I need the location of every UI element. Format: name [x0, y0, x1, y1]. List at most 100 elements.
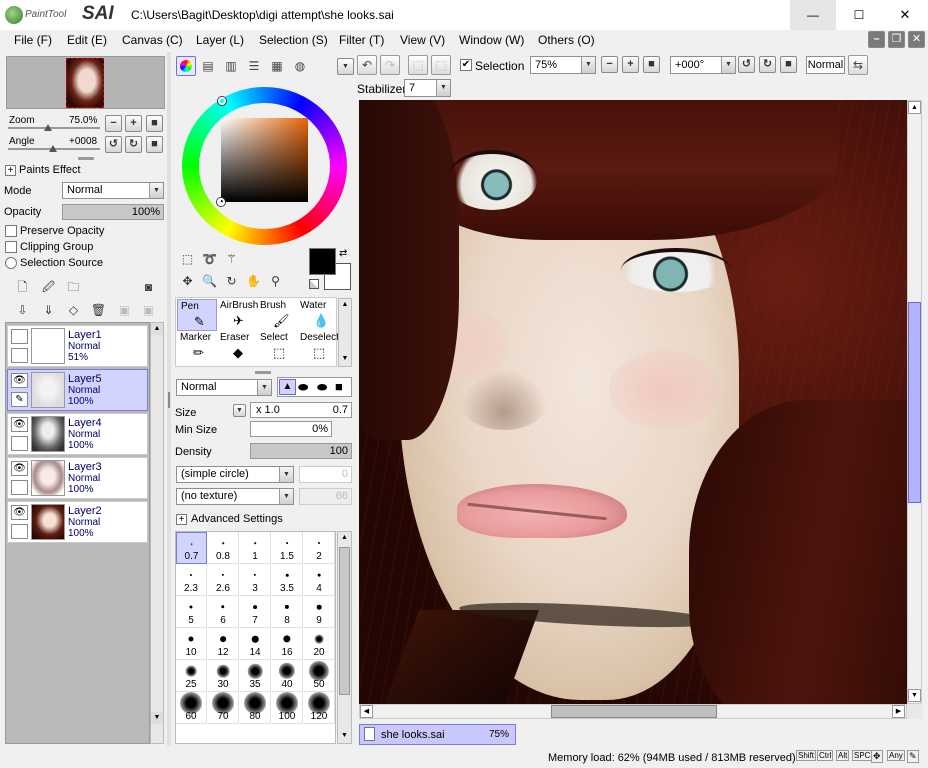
- tool-water[interactable]: Water 💧: [297, 299, 337, 331]
- zoom-reset-button[interactable]: ■: [146, 115, 163, 132]
- menu-window[interactable]: Window (W): [459, 33, 524, 47]
- layer-row[interactable]: Layer1 Normal 51%: [7, 325, 148, 367]
- scroll-down-icon[interactable]: ▼: [339, 353, 351, 365]
- eye-icon[interactable]: 👁: [11, 505, 28, 520]
- brush-size-cell[interactable]: 7: [240, 596, 271, 628]
- menu-layer[interactable]: Layer (L): [196, 33, 244, 47]
- mdi-close-button[interactable]: ✕: [908, 31, 925, 48]
- lock-toggle[interactable]: [11, 348, 28, 363]
- rect-select-icon[interactable]: ⬚: [179, 251, 196, 268]
- close-button[interactable]: ✕: [882, 0, 928, 30]
- brush-size-cell[interactable]: 25: [176, 660, 207, 692]
- rotate-tool-icon[interactable]: ↻: [223, 273, 240, 290]
- tip-square-icon[interactable]: ■: [335, 379, 343, 394]
- transparent-color-icon[interactable]: [309, 279, 319, 289]
- apply-mask-icon[interactable]: ▣: [116, 302, 133, 319]
- tool-marker[interactable]: Marker ✏: [177, 331, 217, 363]
- move-icon[interactable]: ✥: [179, 273, 196, 290]
- selection-source-radio[interactable]: [5, 257, 17, 269]
- sv-marker[interactable]: [217, 198, 225, 206]
- brush-size-cell[interactable]: 0.8: [208, 532, 239, 564]
- mdi-restore-button[interactable]: ❐: [888, 31, 905, 48]
- toolbar-rotate-right-button[interactable]: ↻: [759, 56, 776, 73]
- advanced-settings-expand-icon[interactable]: +: [176, 514, 187, 525]
- eye-icon[interactable]: 👁: [11, 461, 28, 476]
- eye-icon[interactable]: 👁: [11, 417, 28, 432]
- menu-filter[interactable]: Filter (T): [339, 33, 384, 47]
- scroll-down-icon[interactable]: ▼: [908, 689, 921, 702]
- brush-size-cell[interactable]: 6: [208, 596, 239, 628]
- rgb-slider-tab-icon[interactable]: ▤: [198, 56, 218, 76]
- brush-size-cell[interactable]: 1.5: [272, 532, 303, 564]
- brush-size-cell[interactable]: 35: [240, 660, 271, 692]
- pencil-icon[interactable]: ✎: [11, 392, 28, 407]
- opacity-slider[interactable]: 100%: [62, 204, 164, 220]
- lock-toggle[interactable]: [11, 480, 28, 495]
- brush-texture-select[interactable]: (no texture) ▼: [176, 488, 294, 505]
- tool-brush[interactable]: Brush 🖌: [257, 299, 297, 331]
- tool-select[interactable]: Select ⬚: [257, 331, 297, 363]
- saturation-value-square[interactable]: [221, 118, 308, 202]
- brush-shape-strength[interactable]: 0: [299, 466, 352, 483]
- brush-size-cell[interactable]: 2.3: [176, 564, 207, 596]
- swatches-tab-icon[interactable]: ▦: [267, 56, 287, 76]
- lock-toggle[interactable]: [11, 524, 28, 539]
- panel-splitter[interactable]: [78, 157, 94, 160]
- scroll-left-icon[interactable]: ◀: [360, 705, 373, 718]
- density-slider[interactable]: 100: [250, 443, 352, 459]
- brush-size-cell[interactable]: 12: [208, 628, 239, 660]
- redo-icon[interactable]: ↷: [380, 55, 400, 75]
- delete-mask-icon[interactable]: ▣: [140, 302, 157, 319]
- brush-size-cell[interactable]: 8: [272, 596, 303, 628]
- toolbar-rotate-left-button[interactable]: ↺: [738, 56, 755, 73]
- layer-row[interactable]: 👁 Layer3 Normal 100%: [7, 457, 148, 499]
- scratchpad-tab-icon[interactable]: ◍: [290, 56, 310, 76]
- angle-slider-thumb[interactable]: [49, 145, 57, 152]
- rotate-right-button[interactable]: ↻: [125, 136, 142, 153]
- preserve-opacity-checkbox[interactable]: [5, 225, 17, 237]
- flip-horizontal-icon[interactable]: ⇆: [848, 55, 868, 75]
- color-wheel-tab-icon[interactable]: [176, 56, 196, 76]
- brush-size-cell[interactable]: 1: [240, 532, 271, 564]
- foreground-color-swatch[interactable]: [309, 248, 336, 275]
- maximize-button[interactable]: ☐: [836, 0, 882, 30]
- hsv-slider-tab-icon[interactable]: ▥: [221, 56, 241, 76]
- eyedropper-icon[interactable]: ⚲: [267, 273, 284, 290]
- brush-size-cell[interactable]: 30: [208, 660, 239, 692]
- layer-row[interactable]: 👁 ✎ Layer5 Normal 100%: [7, 369, 148, 411]
- layer-row[interactable]: 👁 Layer2 Normal 100%: [7, 501, 148, 543]
- rotate-reset-button[interactable]: ■: [146, 136, 163, 153]
- toolbar-zoom-reset-button[interactable]: ■: [643, 56, 660, 73]
- toolbar-menu-button[interactable]: ▼: [337, 58, 354, 75]
- navigator-preview[interactable]: [6, 56, 165, 109]
- clipping-group-checkbox[interactable]: [5, 241, 17, 253]
- brush-size-cell[interactable]: 3.5: [272, 564, 303, 596]
- brush-size-cell[interactable]: 5: [176, 596, 207, 628]
- zoom-slider[interactable]: [8, 127, 100, 129]
- brush-size-cell[interactable]: 20: [304, 628, 335, 660]
- panel-splitter[interactable]: [255, 371, 271, 374]
- palette-tab-icon[interactable]: ☰: [244, 56, 264, 76]
- brush-texture-strength[interactable]: 66: [299, 488, 352, 505]
- min-size-slider[interactable]: 0%: [250, 421, 332, 437]
- tip-sharp-icon[interactable]: ▲: [279, 379, 296, 395]
- brush-size-cell[interactable]: 16: [272, 628, 303, 660]
- brush-size-cell[interactable]: 2: [304, 532, 335, 564]
- swap-colors-icon[interactable]: ⇄: [339, 248, 347, 259]
- tool-eraser[interactable]: Eraser ◆: [217, 331, 257, 363]
- menu-file[interactable]: File (F): [14, 33, 52, 47]
- lock-toggle[interactable]: [11, 436, 28, 451]
- brush-size-cell[interactable]: 14: [240, 628, 271, 660]
- toolbar-rotate-reset-button[interactable]: ■: [780, 56, 797, 73]
- toolbar-zoom-in-button[interactable]: +: [622, 56, 639, 73]
- canvas-hscroll-thumb[interactable]: [551, 705, 717, 718]
- brush-size-cell[interactable]: 100: [272, 692, 303, 724]
- zoom-in-button[interactable]: +: [125, 115, 142, 132]
- stabilizer-select[interactable]: 7 ▼: [404, 79, 451, 97]
- menu-selection[interactable]: Selection (S): [259, 33, 328, 47]
- tip-round-icon[interactable]: ⬬: [298, 380, 308, 395]
- hue-marker[interactable]: [218, 97, 226, 105]
- brush-size-cell[interactable]: 10: [176, 628, 207, 660]
- canvas[interactable]: [359, 100, 907, 704]
- angle-select[interactable]: +000° ▼: [670, 56, 736, 74]
